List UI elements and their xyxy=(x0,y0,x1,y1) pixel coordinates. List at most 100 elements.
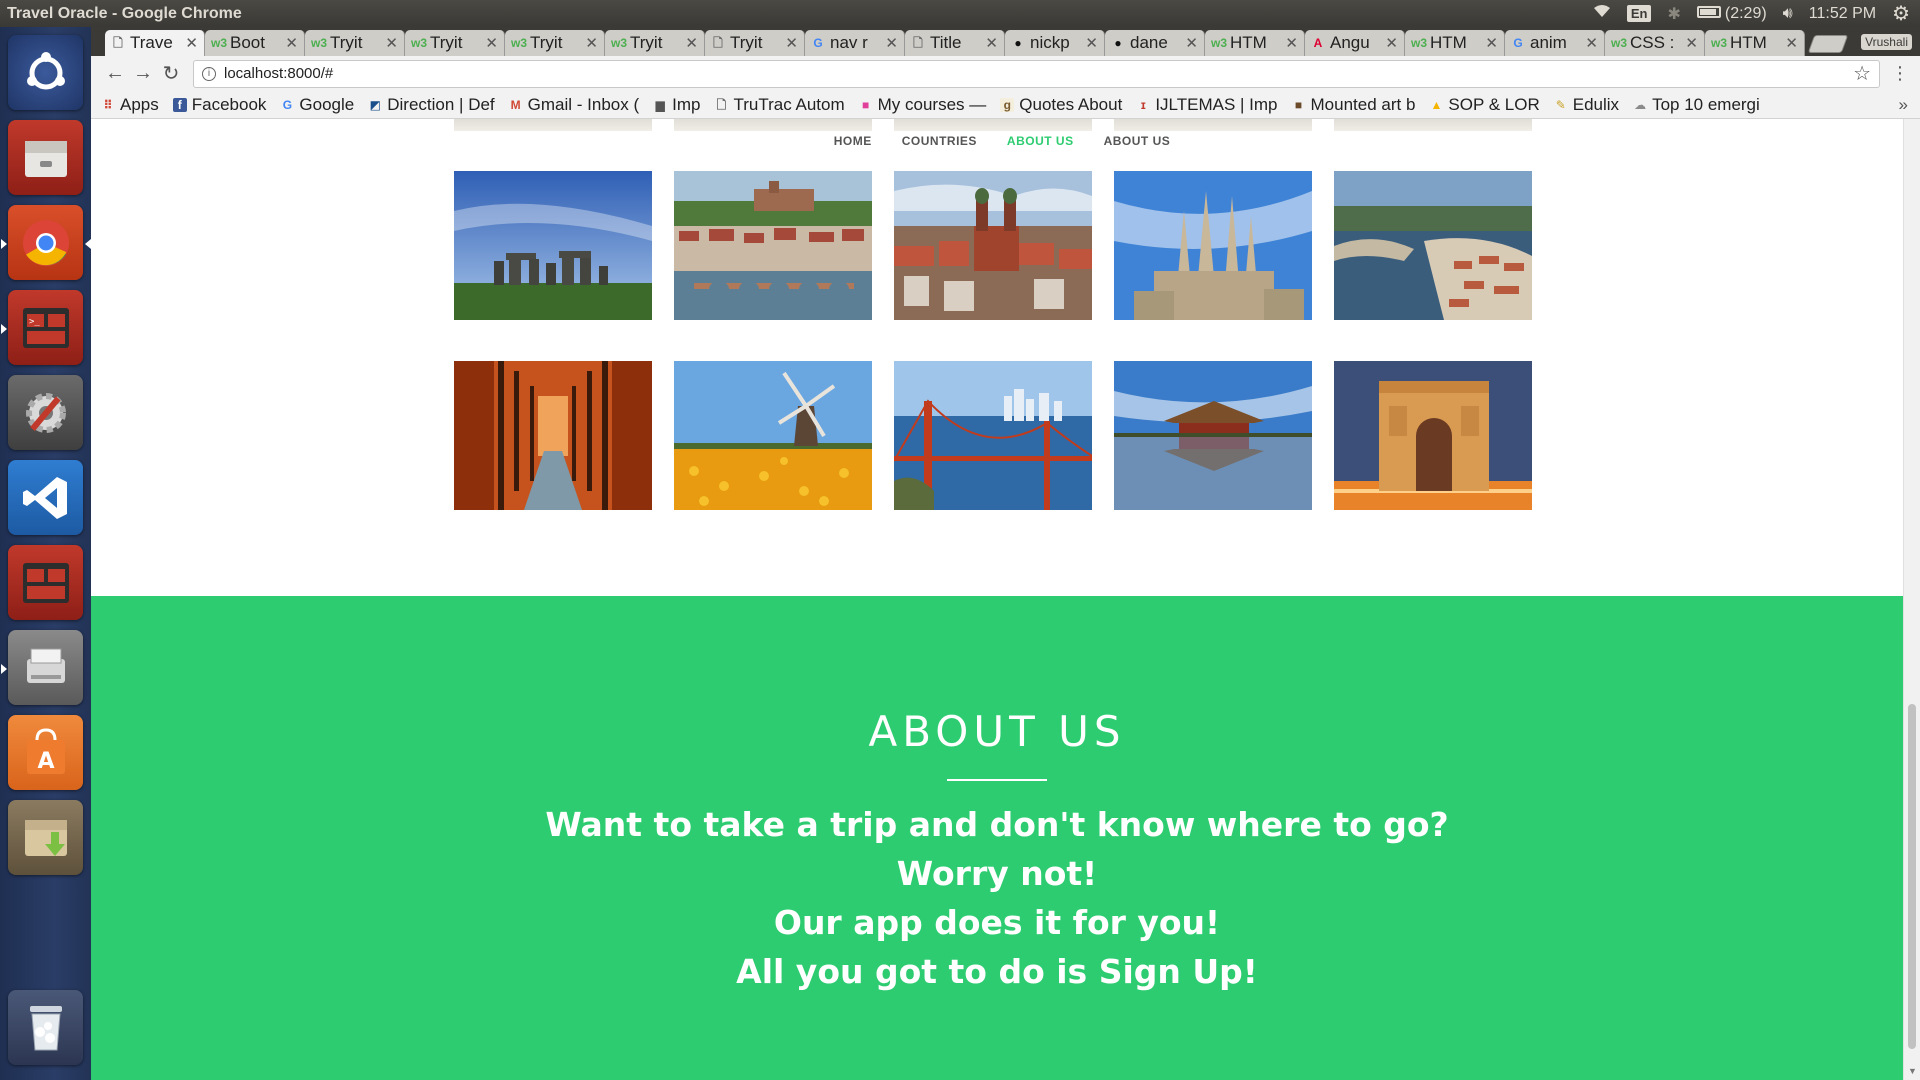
tab-close-icon[interactable]: ✕ xyxy=(1485,34,1498,52)
tab-close-icon[interactable]: ✕ xyxy=(785,34,798,52)
tab-close-icon[interactable]: ✕ xyxy=(485,34,498,52)
heidelberg-image[interactable] xyxy=(674,171,872,320)
trash-icon[interactable] xyxy=(8,990,83,1065)
browser-tab[interactable]: w3 Tryit ✕ xyxy=(605,30,705,56)
browser-tab[interactable]: ● dane ✕ xyxy=(1105,30,1205,56)
browser-tab[interactable]: w3 CSS : ✕ xyxy=(1605,30,1705,56)
tab-close-icon[interactable]: ✕ xyxy=(185,34,198,52)
browser-tab[interactable]: Ganim ✕ xyxy=(1505,30,1605,56)
browser-tab[interactable]: Gnav r ✕ xyxy=(805,30,905,56)
address-bar[interactable]: i localhost:8000/# ☆ xyxy=(193,59,1880,88)
bookmark-item[interactable]: ◩ Direction | Def xyxy=(368,95,495,115)
browser-tab[interactable]: w3 Tryit ✕ xyxy=(405,30,505,56)
scrollbar-thumb[interactable] xyxy=(1908,704,1916,1049)
scanner-icon[interactable] xyxy=(1,630,83,705)
ubuntu-software-icon[interactable]: A xyxy=(8,715,83,790)
stonehenge-image[interactable] xyxy=(454,171,652,320)
keyboard-layout-indicator[interactable]: En xyxy=(1626,5,1652,22)
downloads-icon[interactable] xyxy=(8,800,83,875)
previous-row-image xyxy=(1114,119,1312,131)
windmill-image[interactable] xyxy=(674,361,872,510)
terminal-2-icon[interactable] xyxy=(8,545,83,620)
files-icon[interactable] xyxy=(8,120,83,195)
site-info-icon[interactable]: i xyxy=(202,66,216,81)
system-settings-icon[interactable] xyxy=(8,375,83,450)
tab-close-icon[interactable]: ✕ xyxy=(1385,34,1398,52)
browser-toolbar: ← → ↻ i localhost:8000/# ☆ ⋮ xyxy=(91,56,1920,91)
munich-image[interactable] xyxy=(894,171,1092,320)
nav-countries-link[interactable]: COUNTRIES xyxy=(902,134,977,148)
tab-close-icon[interactable]: ✕ xyxy=(285,34,298,52)
bookmark-star-icon[interactable]: ☆ xyxy=(1853,61,1871,86)
browser-tab[interactable]: ● nickp ✕ xyxy=(1005,30,1105,56)
browser-tab[interactable]: A Angu ✕ xyxy=(1305,30,1405,56)
bookmark-item[interactable]: M Gmail - Inbox ( xyxy=(509,95,639,115)
tab-close-icon[interactable]: ✕ xyxy=(385,34,398,52)
battery-indicator[interactable]: (2:29) xyxy=(1696,5,1767,23)
browser-tab[interactable]: w3 HTM ✕ xyxy=(1405,30,1505,56)
bookmark-item[interactable]: ■ Mounted art b xyxy=(1292,95,1416,115)
ubuntu-dash-icon[interactable] xyxy=(8,35,83,110)
browser-tab[interactable]: w3 Tryit ✕ xyxy=(305,30,405,56)
forward-icon[interactable]: → xyxy=(129,62,157,85)
clock[interactable]: 11:52 PM xyxy=(1809,5,1876,23)
w3-icon: w3 xyxy=(611,36,628,50)
nav-about-us-link-2[interactable]: ABOUT US xyxy=(1104,134,1171,148)
bookmark-item[interactable]: ☁ Top 10 emergi xyxy=(1633,95,1760,115)
porto-image[interactable] xyxy=(1334,171,1532,320)
golden-gate-image[interactable] xyxy=(894,361,1092,510)
reload-icon[interactable]: ↻ xyxy=(157,61,185,86)
system-tray: En ✱ (2:29) 🔊︎ 11:52 PM ⚙ xyxy=(1593,1,1920,26)
bookmark-item[interactable]: ⠿ Apps xyxy=(101,95,158,115)
bookmark-item[interactable]: ▲ SOP & LOR xyxy=(1429,95,1539,115)
bookmark-item[interactable]: G Google xyxy=(280,95,355,115)
back-icon[interactable]: ← xyxy=(101,62,129,85)
wifi-icon[interactable] xyxy=(1593,4,1611,23)
terminal-icon[interactable]: >_ xyxy=(1,290,83,365)
page-scrollbar[interactable]: ▼ xyxy=(1903,119,1920,1080)
sagrada-familia-image[interactable] xyxy=(1114,171,1312,320)
tab-close-icon[interactable]: ✕ xyxy=(1285,34,1298,52)
arc-de-triomphe-image[interactable] xyxy=(1334,361,1532,510)
tab-close-icon[interactable]: ✕ xyxy=(885,34,898,52)
nav-about-us-link[interactable]: ABOUT US xyxy=(1007,134,1074,148)
tab-close-icon[interactable]: ✕ xyxy=(985,34,998,52)
browser-tab[interactable]: w3 HTM ✕ xyxy=(1205,30,1305,56)
gear-icon[interactable]: ⚙ xyxy=(1892,1,1910,26)
w3-icon: w3 xyxy=(1711,36,1728,50)
vscode-icon[interactable] xyxy=(8,460,83,535)
tab-close-icon[interactable]: ✕ xyxy=(1585,34,1598,52)
bookmark-item[interactable]: ▆ Imp xyxy=(653,95,701,115)
forbidden-city-image[interactable] xyxy=(1114,361,1312,510)
bookmark-item[interactable]: ɪ IJLTEMAS | Imp xyxy=(1136,95,1278,115)
volume-icon[interactable]: 🔊︎ xyxy=(1783,5,1793,23)
tab-close-icon[interactable]: ✕ xyxy=(1785,34,1798,52)
nav-home-link[interactable]: HOME xyxy=(834,134,872,148)
bookmark-item[interactable]: g Quotes About xyxy=(1000,95,1122,115)
tab-close-icon[interactable]: ✕ xyxy=(1685,34,1698,52)
browser-tab[interactable]: 🗋 Trave ✕ xyxy=(105,30,205,56)
browser-tab[interactable]: w3 HTM ✕ xyxy=(1705,30,1805,56)
browser-tab[interactable]: w3 Tryit ✕ xyxy=(505,30,605,56)
browser-tab[interactable]: 🗋 Tryit ✕ xyxy=(705,30,805,56)
bookmark-item[interactable]: f Facebook xyxy=(172,95,266,115)
chrome-icon[interactable] xyxy=(1,205,91,280)
tab-close-icon[interactable]: ✕ xyxy=(585,34,598,52)
new-tab-button[interactable] xyxy=(1807,35,1849,53)
bluetooth-icon[interactable]: ✱ xyxy=(1667,4,1680,24)
browser-tab[interactable]: 🗋 Title ✕ xyxy=(905,30,1005,56)
tab-close-icon[interactable]: ✕ xyxy=(685,34,698,52)
tab-close-icon[interactable]: ✕ xyxy=(1185,34,1198,52)
browser-tab[interactable]: w3 Boot ✕ xyxy=(205,30,305,56)
bookmark-item[interactable]: 🗋 TruTrac Autom xyxy=(714,95,845,115)
tab-label: Tryit xyxy=(530,33,563,52)
chrome-menu-icon[interactable]: ⋮ xyxy=(1890,63,1910,84)
tab-close-icon[interactable]: ✕ xyxy=(1085,34,1098,52)
scroll-down-icon[interactable]: ▼ xyxy=(1908,1066,1917,1076)
profile-button[interactable]: Vrushali xyxy=(1861,34,1912,50)
address-bar-url[interactable]: localhost:8000/# xyxy=(224,65,333,82)
fushimi-inari-image[interactable] xyxy=(454,361,652,510)
bookmark-item[interactable]: ✎ Edulix xyxy=(1554,95,1619,115)
bookmarks-overflow-button[interactable]: » xyxy=(1899,95,1908,115)
bookmark-item[interactable]: ■ My courses — xyxy=(859,95,986,115)
